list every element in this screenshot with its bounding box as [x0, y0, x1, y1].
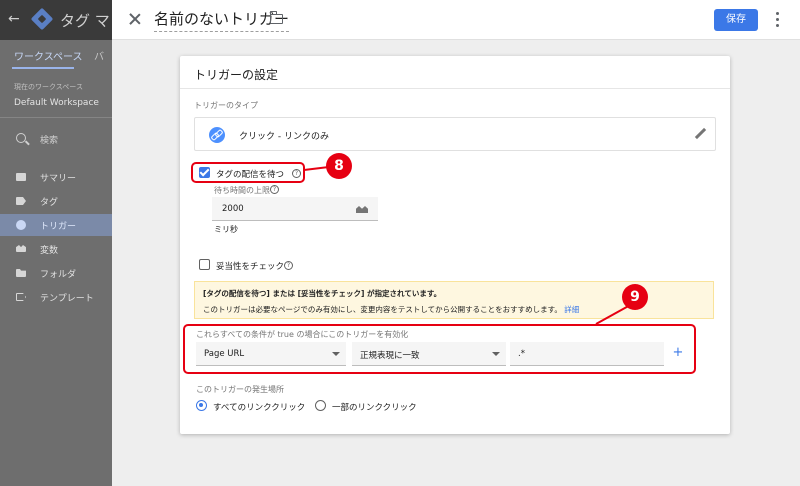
radio-some-link-clicks-label[interactable]: 一部のリンククリック [332, 401, 417, 413]
check-validation-checkbox[interactable] [199, 259, 210, 270]
gtm-logo-icon [30, 7, 54, 31]
tag-icon [16, 197, 26, 205]
variables-icon [16, 245, 26, 252]
warning-body: このトリガーは必要なページでのみ有効にし、変更内容をテストしてから公開することを… [203, 304, 579, 315]
warning-text: このトリガーは必要なページでのみ有効にし、変更内容をテストしてから公開することを… [203, 305, 562, 314]
trigger-type-label: トリガーのタイプ [194, 101, 258, 110]
back-arrow-icon[interactable]: ← [8, 11, 20, 27]
search-icon[interactable] [16, 133, 26, 143]
max-wait-value: 2000 [222, 204, 244, 214]
close-icon[interactable] [126, 10, 144, 28]
sidebar-item-label: テンプレート [40, 294, 94, 304]
trigger-icon [16, 220, 26, 230]
workspace-tabs: ワークスペース バ [0, 40, 112, 70]
sidebar-item-label: トリガー [40, 222, 77, 232]
sidebar-item-label: タグ [40, 198, 59, 208]
app-topbar: ← タグ マネージャー [0, 0, 112, 40]
pencil-icon[interactable] [695, 128, 707, 140]
sidebar-divider [0, 117, 112, 118]
radio-all-link-clicks-label[interactable]: すべてのリンククリック [213, 401, 305, 413]
annotation-marker-8: 8 [326, 153, 352, 179]
sidebar-item-summary[interactable]: サマリー [0, 166, 112, 188]
active-tab-indicator [12, 67, 74, 69]
tab-versions[interactable]: バ [94, 48, 104, 63]
radio-all-link-clicks[interactable] [196, 400, 207, 411]
annotation-box-conditions [183, 324, 696, 374]
card-title: トリガーの設定 [194, 68, 279, 82]
sidebar-item-triggers[interactable]: トリガー [0, 214, 112, 236]
trigger-editor-panel: 名前のないトリガー 保存 トリガーの設定 トリガーのタイプ クリック - リンク… [112, 0, 800, 486]
card-divider [180, 88, 730, 89]
sidebar-item-label: 変数 [40, 246, 59, 256]
folder-icon[interactable] [269, 11, 283, 24]
learn-more-link[interactable]: 詳細 [564, 305, 579, 314]
radio-some-link-clicks[interactable] [315, 400, 326, 411]
sidebar-item-label: サマリー [40, 174, 77, 184]
help-icon[interactable]: ? [270, 185, 279, 194]
trigger-name-field[interactable]: 名前のないトリガー [154, 8, 290, 32]
warning-title: [タグの配信を待つ] または [妥当性をチェック] が指定されています。 [203, 289, 442, 298]
template-icon [16, 293, 26, 301]
trigger-type-selector[interactable]: クリック - リンクのみ [194, 117, 716, 151]
workspace-name[interactable]: Default Workspace [14, 98, 99, 108]
search-label[interactable]: 検索 [40, 133, 58, 146]
trigger-type-value: クリック - リンクのみ [239, 132, 329, 142]
sidebar-item-folders[interactable]: フォルダ [0, 262, 112, 284]
check-validation-label[interactable]: 妥当性をチェック [216, 260, 284, 272]
link-icon [209, 127, 225, 143]
max-wait-label: 待ち時間の上限 [214, 186, 270, 195]
fires-on-label: このトリガーの発生場所 [196, 385, 284, 394]
sidebar-item-variables[interactable]: 変数 [0, 238, 112, 260]
help-icon[interactable]: ? [284, 261, 293, 270]
more-options-icon[interactable] [772, 10, 782, 30]
app-title: タグ マネージャー [60, 12, 110, 30]
summary-icon [16, 173, 26, 181]
variable-icon [356, 206, 368, 213]
tab-workspace[interactable]: ワークスペース [14, 48, 83, 63]
editor-header: 名前のないトリガー 保存 [112, 0, 800, 40]
sidebar-item-label: フォルダ [40, 270, 77, 280]
max-wait-unit: ミリ秒 [214, 225, 238, 234]
variable-picker-button[interactable] [350, 197, 374, 221]
folder-icon [16, 269, 26, 277]
sidebar-item-templates[interactable]: テンプレート [0, 286, 112, 308]
workspace-label: 現在のワークスペース [14, 83, 83, 91]
sidebar-item-tags[interactable]: タグ [0, 190, 112, 212]
annotation-marker-9: 9 [622, 284, 648, 310]
annotation-box-wait-for-tags [191, 162, 305, 183]
save-button[interactable]: 保存 [714, 9, 758, 31]
trigger-config-card: トリガーの設定 トリガーのタイプ クリック - リンクのみ タグの配信を待つ ?… [180, 56, 730, 434]
